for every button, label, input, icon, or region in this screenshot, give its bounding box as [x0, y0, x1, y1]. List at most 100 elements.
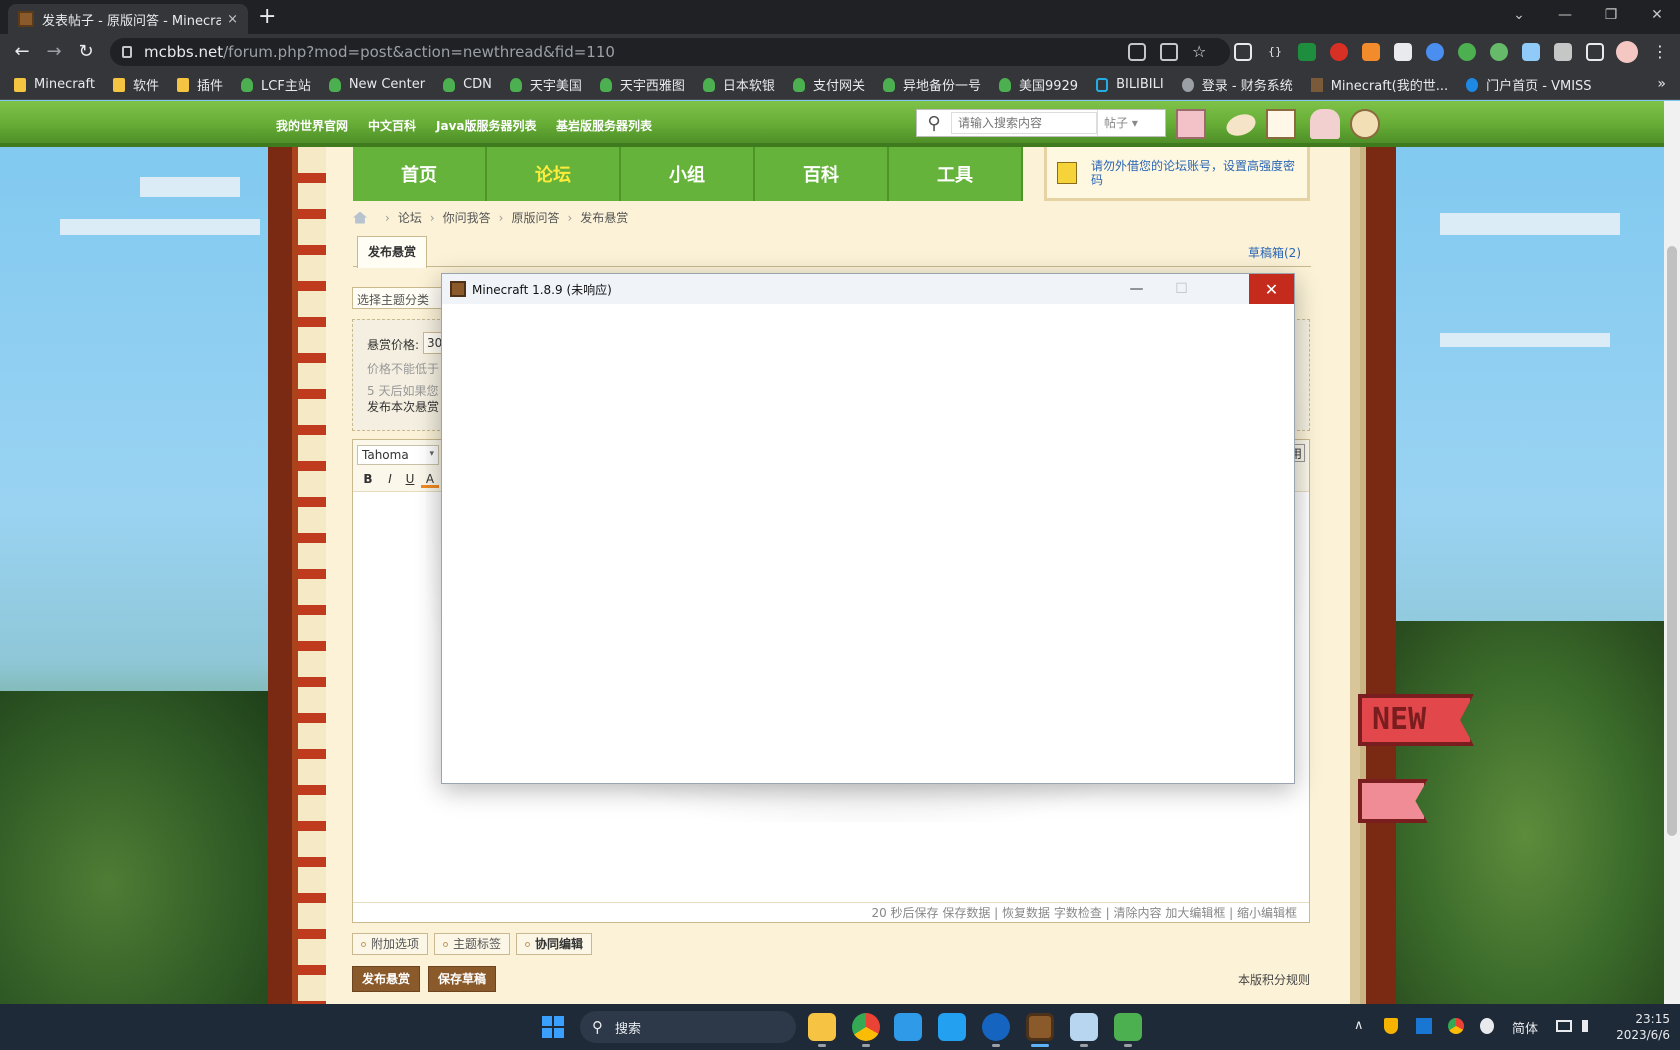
- bookmark-item[interactable]: 天宇西雅图: [599, 75, 685, 94]
- start-button[interactable]: [542, 1016, 564, 1038]
- extension-orange-icon[interactable]: [1362, 43, 1380, 61]
- notice-text[interactable]: 请勿外借您的论坛账号，设置高强度密码: [1091, 159, 1297, 187]
- breadcrumb-item[interactable]: 论坛: [398, 209, 422, 226]
- bookmark-item[interactable]: New Center: [328, 77, 425, 92]
- editor-status-bar[interactable]: 20 秒后保存 保存数据 | 恢复数据 字数检查 | 清除内容 加大编辑框 | …: [353, 902, 1309, 922]
- drafts-link[interactable]: 草稿箱(2): [1248, 244, 1301, 261]
- monitor-icon[interactable]: [1070, 1013, 1098, 1041]
- extensions-puzzle-icon[interactable]: [1554, 43, 1572, 61]
- tab-search-icon[interactable]: ⌄: [1496, 0, 1542, 30]
- nav-tab-home[interactable]: 首页: [353, 147, 487, 201]
- reload-button[interactable]: ↻: [74, 40, 98, 64]
- minecraft-window[interactable]: Minecraft 1.8.9 (未响应) — ☐ ✕: [441, 273, 1295, 784]
- italic-button[interactable]: I: [381, 470, 399, 488]
- extension-blue-icon[interactable]: [1426, 43, 1444, 61]
- messages-icon[interactable]: [1223, 110, 1259, 140]
- extension-a-icon[interactable]: [1298, 43, 1316, 61]
- save-draft-button[interactable]: 保存草稿: [428, 966, 497, 992]
- bookmark-item[interactable]: 软件: [112, 75, 159, 94]
- user-avatar[interactable]: [1176, 109, 1206, 139]
- bookmark-item[interactable]: 登录 - 财务系统: [1181, 75, 1293, 94]
- palette-icon[interactable]: [1350, 109, 1380, 139]
- extension-adblock-icon[interactable]: [1330, 43, 1348, 61]
- side-panel-icon[interactable]: [1586, 43, 1604, 61]
- minimize-button[interactable]: —: [1114, 274, 1159, 304]
- tab-publish-reward[interactable]: 发布悬赏: [357, 236, 428, 268]
- extension-paw-icon[interactable]: [1490, 43, 1508, 61]
- tray-overflow-icon[interactable]: ∧: [1354, 1018, 1364, 1033]
- extension-json-icon[interactable]: {}: [1266, 43, 1284, 61]
- window-minimize-button[interactable]: —: [1542, 0, 1588, 30]
- bookmark-item[interactable]: 美国9929: [998, 75, 1078, 94]
- chrome-icon[interactable]: [852, 1013, 880, 1041]
- bookmark-item[interactable]: LCF主站: [241, 75, 311, 94]
- new-badge[interactable]: NEW: [1358, 694, 1474, 746]
- system-clock[interactable]: 23:15 2023/6/6: [1614, 1011, 1670, 1043]
- tray-app-icon[interactable]: [1416, 1018, 1432, 1034]
- nav-tab-tools[interactable]: 工具: [889, 147, 1023, 201]
- notification-icon[interactable]: [1310, 109, 1340, 139]
- tab-close-icon[interactable]: ×: [227, 12, 238, 27]
- close-button[interactable]: ✕: [1249, 274, 1294, 304]
- network-icon[interactable]: [1556, 1020, 1572, 1032]
- option-tags[interactable]: 主题标签: [434, 933, 511, 955]
- bold-button[interactable]: B: [359, 470, 377, 488]
- vscode-icon[interactable]: [938, 1013, 966, 1041]
- bookmark-item[interactable]: Minecraft(我的世...: [1310, 75, 1448, 94]
- extension-ninja-icon[interactable]: [1234, 43, 1252, 61]
- bookmark-item[interactable]: 异地备份一号: [882, 75, 981, 94]
- address-bar[interactable]: mcbbs.net/forum.php?mod=post&action=newt…: [110, 38, 1230, 66]
- nav-tab-wiki[interactable]: 百科: [755, 147, 889, 201]
- bookmark-item[interactable]: 支付网关: [792, 75, 865, 94]
- page-scrollbar[interactable]: [1664, 101, 1680, 1004]
- search-scope-select[interactable]: 帖子 ▾: [1097, 110, 1165, 136]
- minecraft-taskbar-icon[interactable]: [1026, 1013, 1054, 1041]
- extension-green-icon[interactable]: [1458, 43, 1476, 61]
- bookmark-item[interactable]: Minecraft: [14, 77, 95, 92]
- app-p-icon[interactable]: [982, 1013, 1010, 1041]
- breadcrumb-item[interactable]: 你问我答: [443, 209, 491, 226]
- top-link-official[interactable]: 我的世界官网: [276, 117, 348, 134]
- share-icon[interactable]: [1160, 43, 1178, 61]
- shield-tray-icon[interactable]: [1384, 1018, 1398, 1034]
- new-tab-button[interactable]: +: [258, 5, 276, 29]
- taskbar-search[interactable]: ⚲ 搜索: [580, 1011, 796, 1043]
- bookmark-item[interactable]: BILIBILI: [1096, 77, 1164, 92]
- publish-reward-button[interactable]: 发布悬赏: [352, 966, 421, 992]
- top-link-java-servers[interactable]: Java版服务器列表: [436, 117, 536, 134]
- option-collab[interactable]: 协同编辑: [516, 933, 593, 955]
- window-restore-button[interactable]: ❐: [1588, 0, 1634, 30]
- chrome-tray-icon[interactable]: [1448, 1018, 1464, 1034]
- bookmark-item[interactable]: 插件: [177, 75, 223, 94]
- volume-icon[interactable]: [1582, 1020, 1596, 1032]
- profile-avatar[interactable]: [1616, 41, 1638, 63]
- extension-doc-icon[interactable]: [1394, 43, 1412, 61]
- tray-pet-icon[interactable]: [1480, 1018, 1494, 1034]
- nav-tab-groups[interactable]: 小组: [621, 147, 755, 201]
- nav-tab-forum[interactable]: 论坛: [487, 147, 621, 201]
- search-input[interactable]: [951, 112, 1097, 134]
- credit-rules-link[interactable]: 本版积分规则: [1238, 971, 1310, 988]
- home-icon[interactable]: [353, 211, 367, 224]
- back-button[interactable]: ←: [10, 40, 34, 64]
- breadcrumb-item[interactable]: 原版问答: [511, 209, 559, 226]
- browser-tab-active[interactable]: 发表帖子 - 原版问答 - Minecraft ×: [8, 4, 248, 34]
- ime-indicator[interactable]: 简体: [1512, 1018, 1538, 1037]
- window-close-button[interactable]: ✕: [1634, 0, 1680, 30]
- bookmark-item[interactable]: CDN: [443, 77, 492, 92]
- extension-shield-icon[interactable]: [1522, 43, 1540, 61]
- forward-button[interactable]: →: [42, 40, 66, 64]
- menu-kebab-icon[interactable]: ⋮: [1652, 43, 1670, 61]
- scrollbar-thumb[interactable]: [1667, 246, 1677, 836]
- nvidia-icon[interactable]: [1114, 1013, 1142, 1041]
- bookmarks-overflow-button[interactable]: »: [1657, 76, 1666, 92]
- block-icon[interactable]: [1266, 109, 1296, 139]
- maximize-button[interactable]: ☐: [1159, 274, 1204, 304]
- bookmark-item[interactable]: 门户首页 - VMISS: [1466, 75, 1592, 94]
- bookmark-star-icon[interactable]: ☆: [1192, 43, 1210, 61]
- top-link-wiki[interactable]: 中文百科: [368, 117, 416, 134]
- underline-button[interactable]: U: [401, 470, 419, 488]
- top-link-bedrock-servers[interactable]: 基岩版服务器列表: [556, 117, 652, 134]
- bookmark-item[interactable]: 天宇美国: [509, 75, 582, 94]
- option-extra[interactable]: 附加选项: [352, 933, 429, 955]
